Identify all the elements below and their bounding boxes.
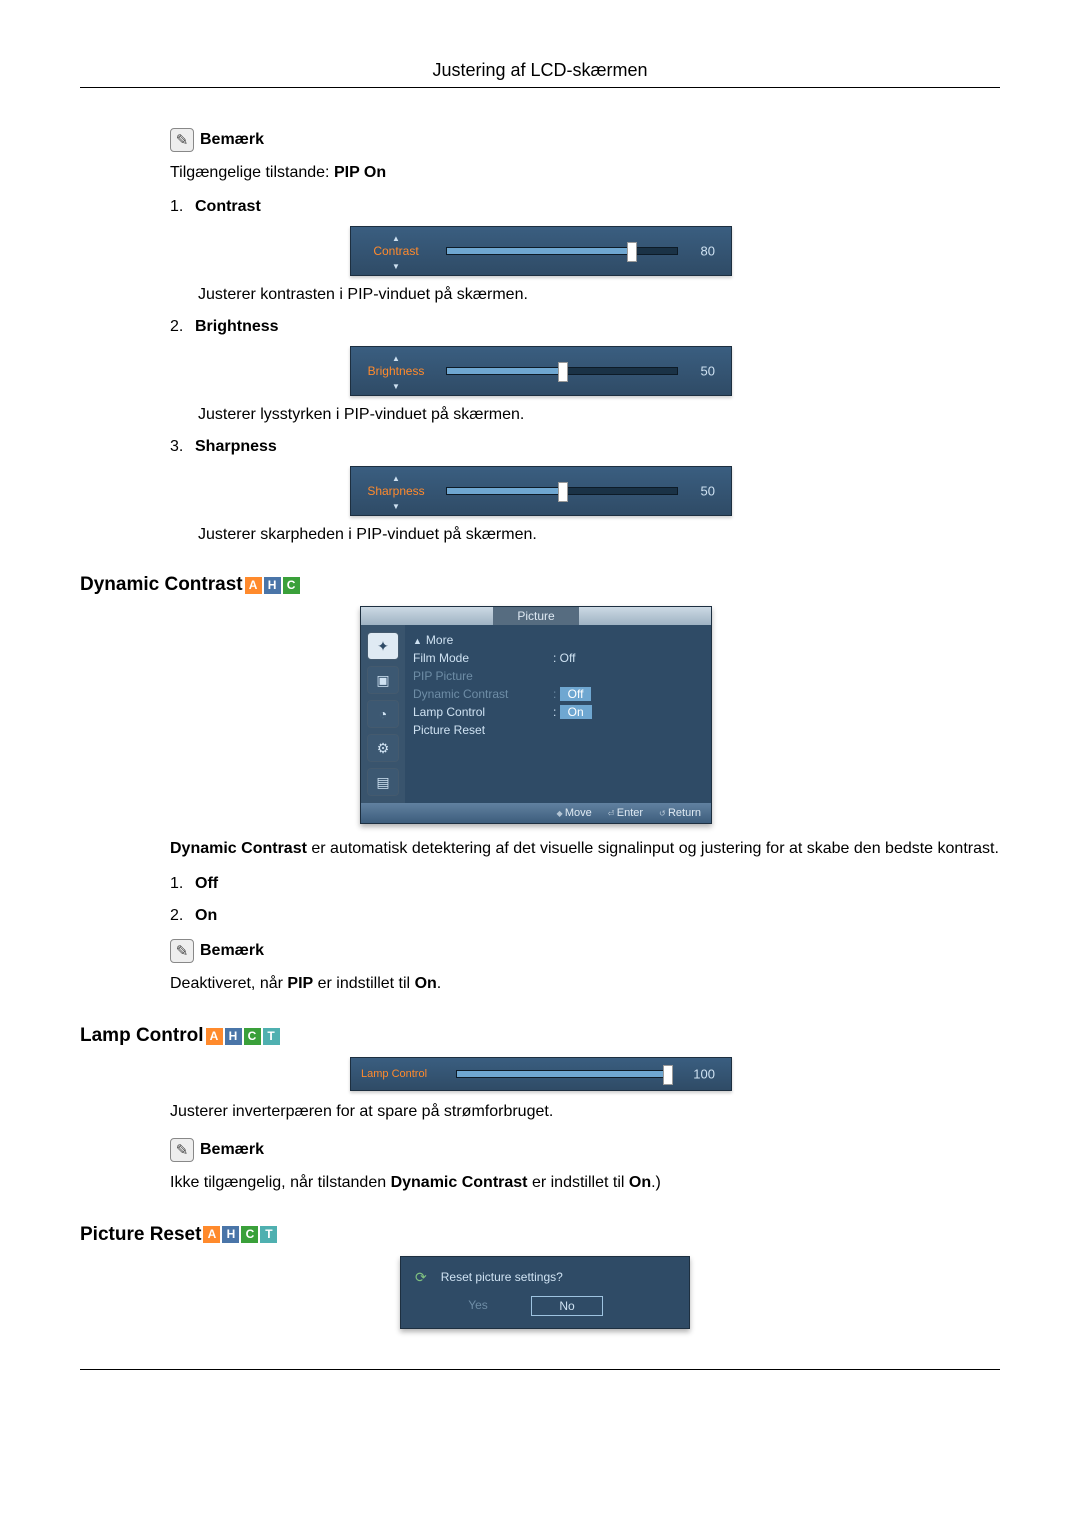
osd-item-dyncontrast: Dynamic Contrast: Off	[405, 685, 711, 703]
option-off: Off	[195, 875, 218, 893]
badge-h: H	[264, 577, 281, 594]
slider-thumb[interactable]	[663, 1065, 673, 1085]
badge-t: T	[263, 1028, 280, 1045]
lamp-note: Ikke tilgængelig, når tilstanden Dynamic…	[170, 1172, 1000, 1194]
slider-thumb[interactable]	[558, 362, 568, 382]
note-icon: ✎	[170, 939, 194, 963]
badge-a: A	[245, 577, 262, 594]
slider-track[interactable]	[446, 487, 678, 495]
osd-icon-4[interactable]: ⚙	[367, 734, 399, 762]
sharpness-desc: Justerer skarpheden i PIP-vinduet på skæ…	[198, 526, 1000, 544]
osd-side-icons[interactable]: ✦ ▣ ◔ ⚙ ▤	[361, 625, 405, 803]
list-label-brightness: Brightness	[195, 318, 279, 336]
osd-item-pippicture: PIP Picture	[405, 667, 711, 685]
sharpness-slider[interactable]: Sharpness 50	[350, 466, 732, 516]
badge-c: C	[244, 1028, 261, 1045]
slider-value: 50	[701, 484, 715, 499]
slider-caption: Brightness	[368, 364, 425, 378]
osd-icon-1[interactable]: ✦	[367, 632, 399, 660]
osd-icon-5[interactable]: ▤	[367, 768, 399, 796]
arrow-up-icon	[392, 230, 400, 244]
reset-dialog: Reset picture settings? Yes No	[400, 1256, 690, 1329]
osd-footer: Move Enter Return	[361, 803, 711, 823]
dynamic-note: Deaktiveret, når PIP er indstillet til O…	[170, 973, 1000, 995]
brightness-slider[interactable]: Brightness 50	[350, 346, 732, 396]
contrast-desc: Justerer kontrasten i PIP-vinduet på skæ…	[198, 286, 1000, 304]
badge-a: A	[206, 1028, 223, 1045]
heading-lamp-control: Lamp Control	[80, 1025, 204, 1047]
arrow-down-icon	[392, 258, 400, 272]
slider-value: 100	[693, 1067, 715, 1082]
osd-menu: Picture ✦ ▣ ◔ ⚙ ▤ ▲More Film Mode: Off P…	[360, 606, 712, 824]
arrow-down-icon	[392, 498, 400, 512]
slider-thumb[interactable]	[627, 242, 637, 262]
list-number: 2.	[170, 907, 195, 925]
osd-item-more[interactable]: ▲More	[405, 631, 711, 649]
note-label: Bemærk	[200, 942, 264, 960]
arrow-up-icon	[392, 470, 400, 484]
lamp-slider[interactable]: Lamp Control 100	[350, 1057, 732, 1091]
slider-caption: Lamp Control	[361, 1068, 427, 1080]
badge-c: C	[283, 577, 300, 594]
note-icon: ✎	[170, 128, 194, 152]
note-icon: ✎	[170, 1138, 194, 1162]
slider-thumb[interactable]	[558, 482, 568, 502]
arrow-up-icon	[392, 350, 400, 364]
slider-caption: Sharpness	[367, 484, 424, 498]
list-number: 1.	[170, 198, 195, 216]
heading-picture-reset: Picture Reset	[80, 1224, 201, 1246]
option-on: On	[195, 907, 217, 925]
contrast-slider[interactable]: Contrast 80	[350, 226, 732, 276]
list-number: 2.	[170, 318, 195, 336]
badge-a: A	[203, 1226, 220, 1243]
reset-no-button[interactable]: No	[531, 1296, 603, 1316]
list-number: 1.	[170, 875, 195, 893]
note-label: Bemærk	[200, 131, 264, 149]
osd-item-lampcontrol[interactable]: Lamp Control: On	[405, 703, 711, 721]
reset-yes-button[interactable]: Yes	[443, 1296, 513, 1316]
note-label: Bemærk	[200, 1141, 264, 1159]
slider-value: 50	[701, 364, 715, 379]
badge-h: H	[225, 1028, 242, 1045]
badge-c: C	[241, 1226, 258, 1243]
dynamic-desc: Dynamic Contrast er automatisk detekteri…	[170, 838, 1000, 860]
osd-item-picreset[interactable]: Picture Reset	[405, 721, 711, 739]
osd-header: Picture	[361, 607, 711, 625]
slider-caption: Contrast	[373, 244, 418, 258]
intro-text: Tilgængelige tilstande: PIP On	[170, 162, 1000, 184]
heading-dynamic-contrast: Dynamic Contrast	[80, 574, 243, 596]
slider-track[interactable]	[446, 367, 678, 375]
osd-item-filmmode[interactable]: Film Mode: Off	[405, 649, 711, 667]
list-label-contrast: Contrast	[195, 198, 261, 216]
badge-h: H	[222, 1226, 239, 1243]
badge-t: T	[260, 1226, 277, 1243]
reset-question: Reset picture settings?	[415, 1269, 675, 1286]
slider-value: 80	[701, 244, 715, 259]
arrow-down-icon	[392, 378, 400, 392]
slider-track[interactable]	[456, 1070, 668, 1078]
osd-icon-3[interactable]: ◔	[367, 700, 399, 728]
list-label-sharpness: Sharpness	[195, 438, 277, 456]
page-header: Justering af LCD-skærmen	[80, 60, 1000, 88]
list-number: 3.	[170, 438, 195, 456]
osd-list[interactable]: ▲More Film Mode: Off PIP Picture Dynamic…	[405, 625, 711, 803]
footer-rule	[80, 1369, 1000, 1370]
slider-track[interactable]	[446, 247, 678, 255]
osd-icon-2[interactable]: ▣	[367, 666, 399, 694]
lamp-desc: Justerer inverterpæren for at spare på s…	[170, 1101, 1000, 1123]
brightness-desc: Justerer lysstyrken i PIP-vinduet på skæ…	[198, 406, 1000, 424]
